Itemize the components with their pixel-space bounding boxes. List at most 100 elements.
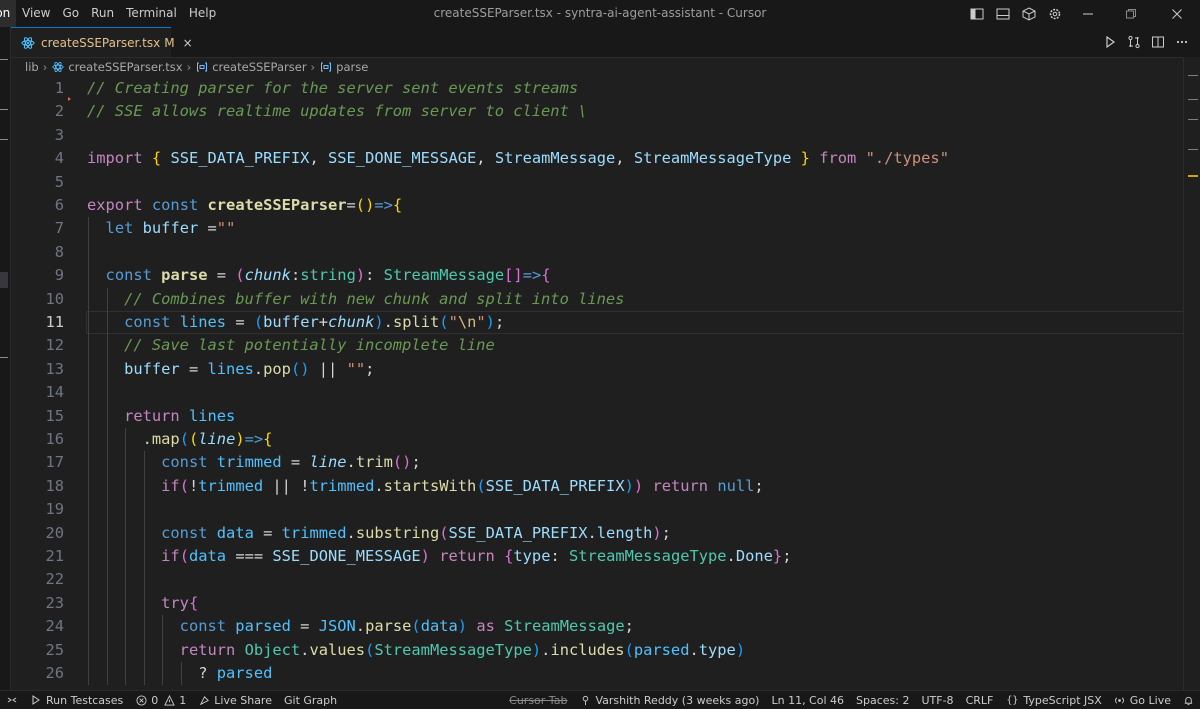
code-token: =: [281, 453, 310, 472]
menu-terminal[interactable]: Terminal: [120, 0, 183, 27]
breadcrumb-symbol[interactable]: parse: [336, 60, 368, 74]
indent-guide: [143, 568, 145, 592]
code-token: return: [652, 476, 709, 495]
problems-indicator[interactable]: 0 1: [129, 694, 192, 707]
code-line[interactable]: 13 buffer = lines.pop() || "";: [11, 358, 1183, 381]
code-token: if: [161, 547, 180, 565]
code-token: !: [188, 476, 199, 495]
indentation-status[interactable]: Spaces: 2: [850, 694, 915, 707]
git-blame-status[interactable]: Varshith Reddy (3 weeks ago): [573, 694, 765, 707]
language-mode[interactable]: {} TypeScript JSX: [999, 694, 1107, 707]
close-window-icon[interactable]: [1154, 0, 1200, 27]
settings-gear-icon[interactable]: [1042, 0, 1068, 27]
code-token: ): [531, 640, 542, 659]
more-actions-icon[interactable]: [1170, 27, 1194, 57]
code-line[interactable]: 24 const parsed = JSON.parse(data) as St…: [11, 615, 1183, 638]
code-line[interactable]: 19: [11, 498, 1183, 521]
code-token: :: [365, 266, 384, 285]
line-number: 3: [54, 125, 64, 144]
braces-icon: {}: [1006, 694, 1019, 706]
cursor-position[interactable]: Ln 11, Col 46: [765, 694, 850, 707]
toggle-panel-icon[interactable]: [990, 0, 1016, 27]
ruler-marker: [1188, 119, 1198, 120]
code-line[interactable]: 9 const parse = (chunk:string): StreamMe…: [11, 264, 1183, 287]
layout-icon[interactable]: [1016, 0, 1042, 27]
overview-ruler[interactable]: [1183, 57, 1200, 690]
tab-createsseparser[interactable]: createSSEParser.tsx M ×: [11, 27, 193, 57]
eol-status[interactable]: CRLF: [960, 694, 1000, 707]
line-number: 24: [45, 617, 64, 636]
go-live-button[interactable]: Go Live: [1108, 694, 1177, 707]
code-line[interactable]: 14: [11, 381, 1183, 404]
breadcrumb-folder[interactable]: lib: [25, 60, 39, 74]
go-live-label: Go Live: [1129, 693, 1171, 707]
run-testcases-button[interactable]: Run Testcases: [24, 694, 129, 707]
code-line[interactable]: 10 // Combines buffer with new chunk and…: [11, 288, 1183, 311]
encoding-status[interactable]: UTF-8: [915, 694, 959, 707]
code-line[interactable]: 16 .map((line)=>{: [11, 428, 1183, 451]
code-line[interactable]: 6 export const createSSEParser=()=>{: [11, 194, 1183, 217]
code-line[interactable]: 7 let buffer ="": [11, 217, 1183, 240]
breadcrumb-symbol[interactable]: createSSEParser: [212, 60, 306, 74]
code-line[interactable]: 25 return Object.values(StreamMessageTyp…: [11, 639, 1183, 662]
toggle-primary-sidebar-icon[interactable]: [964, 0, 990, 27]
code-token: ?: [198, 664, 217, 682]
indent-guide: [88, 474, 89, 499]
menu-help[interactable]: Help: [183, 0, 222, 27]
code-token: const: [179, 617, 227, 636]
code-line[interactable]: 12 // Save last potentially incomplete l…: [11, 334, 1183, 357]
code-line[interactable]: 8: [11, 241, 1183, 264]
code-token: chunk: [244, 266, 291, 285]
minimize-icon[interactable]: [1068, 0, 1108, 27]
code-token: const: [151, 196, 199, 214]
git-graph-button[interactable]: Git Graph: [278, 694, 343, 707]
breadcrumb-file[interactable]: createSSEParser.tsx: [68, 60, 182, 74]
restore-icon[interactable]: [1108, 0, 1154, 27]
code-line[interactable]: 15 return lines: [11, 405, 1183, 428]
code-editor[interactable]: 1 // Creating parser for the server sent …: [11, 77, 1183, 690]
run-icon[interactable]: [1098, 27, 1122, 57]
code-token: ): [485, 313, 495, 331]
menu-view[interactable]: View: [16, 0, 56, 27]
indent-guide: [88, 615, 89, 639]
code-token: {: [392, 196, 403, 214]
cursor-tab-status[interactable]: Cursor Tab: [503, 694, 573, 707]
code-line[interactable]: 5: [11, 171, 1183, 194]
code-line[interactable]: 2 // SSE allows realtime updates from ser…: [11, 100, 1183, 123]
live-share-button[interactable]: Live Share: [192, 694, 278, 707]
notifications-bell-icon[interactable]: [1177, 695, 1200, 706]
split-editor-icon[interactable]: [1146, 27, 1170, 57]
code-line[interactable]: 17 const trimmed = line.trim();: [11, 451, 1183, 474]
code-line[interactable]: 22: [11, 568, 1183, 591]
code-line[interactable]: 3: [11, 124, 1183, 147]
menu-selection[interactable]: ion: [0, 0, 16, 27]
code-line[interactable]: 21 if(data === SSE_DONE_MESSAGE) return …: [11, 545, 1183, 568]
code-line[interactable]: 4 import { SSE_DATA_PREFIX, SSE_DONE_MESS…: [11, 147, 1183, 170]
close-tab-icon[interactable]: ×: [183, 36, 193, 50]
indent-guide: [106, 381, 108, 405]
activity-selected[interactable]: [0, 272, 8, 288]
react-file-icon: [51, 60, 65, 74]
code-line[interactable]: 1 // Creating parser for the server sent …: [11, 77, 1183, 100]
code-line[interactable]: 20 const data = trimmed.substring(SSE_DA…: [11, 522, 1183, 545]
code-line[interactable]: 11 const lines = (buffer+chunk).split("\…: [11, 311, 1183, 334]
remote-indicator[interactable]: [0, 694, 24, 706]
code-line[interactable]: 23 try{: [11, 592, 1183, 615]
code-token: ": [448, 313, 458, 331]
line-number: 16: [45, 430, 64, 448]
code-line[interactable]: 26 ? parsed: [11, 662, 1183, 685]
code-token: ): [652, 523, 662, 542]
code-content: return lines: [87, 405, 235, 428]
activity-marker: [0, 59, 8, 60]
code-line[interactable]: 18 if(!trimmed || !trimmed.startsWith(SS…: [11, 475, 1183, 498]
indent-guide: [88, 568, 89, 592]
code-token: .: [253, 359, 264, 378]
code-token: parse: [365, 617, 412, 636]
menu-run[interactable]: Run: [85, 0, 120, 27]
indent-guide: [88, 638, 89, 662]
compare-changes-icon[interactable]: [1122, 27, 1146, 57]
menu-go[interactable]: Go: [56, 0, 85, 27]
